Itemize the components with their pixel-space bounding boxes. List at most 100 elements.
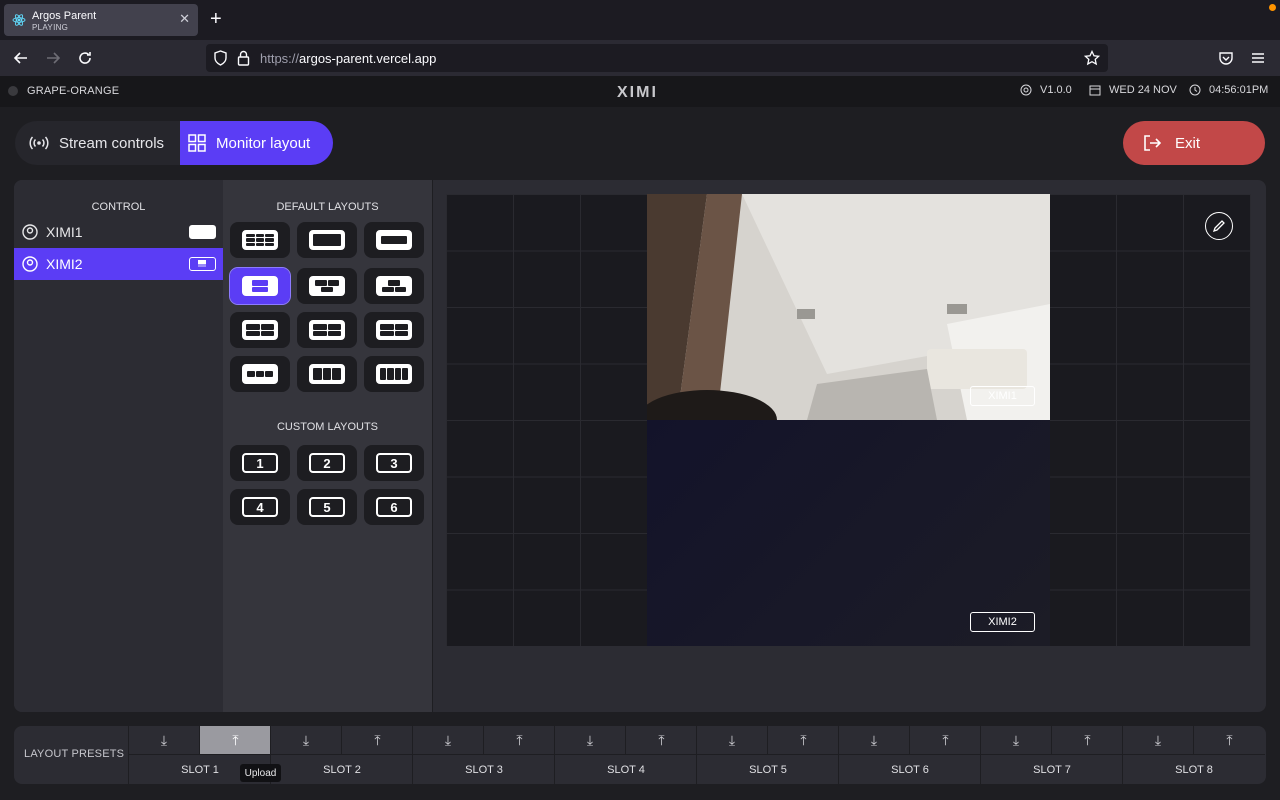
back-icon[interactable] <box>11 48 31 68</box>
upload-icon[interactable]: ⤒ <box>200 726 271 755</box>
download-icon[interactable]: ⤓ <box>129 726 200 755</box>
browser-tab-strip: Argos Parent PLAYING ✕ + <box>0 0 1280 40</box>
slot-label: SLOT 2 <box>323 764 361 776</box>
stream-controls-label: Stream controls <box>59 134 165 152</box>
tab-title: Argos Parent <box>32 10 97 22</box>
slot-label: SLOT 6 <box>891 764 929 776</box>
custom-layout-number: 6 <box>376 497 412 517</box>
custom-layout-number: 3 <box>376 453 412 473</box>
slot-label: SLOT 8 <box>1175 764 1213 776</box>
time-info: 04:56:01PM <box>1189 84 1268 96</box>
ximi-logo: XIMI <box>617 84 658 101</box>
layout-three-top[interactable] <box>297 268 357 304</box>
layout-presets-bar: LAYOUT PRESETS ⤓ ⤒ SLOT 1 ⤓ ⤒ SLOT 2 ⤓ ⤒ SLOT … <box>14 726 1266 784</box>
upload-icon[interactable]: ⤒ <box>342 726 413 755</box>
layout-stacked[interactable] <box>229 267 291 305</box>
download-icon[interactable]: ⤓ <box>981 726 1052 755</box>
control-item-label: XIMI2 <box>46 256 83 272</box>
time-text: 04:56:01PM <box>1209 84 1269 96</box>
camera-feed-ximi1[interactable]: XIMI1 <box>647 194 1050 420</box>
control-header: CONTROL <box>91 201 146 213</box>
layout-single[interactable] <box>297 222 357 258</box>
device-name: GRAPE-ORANGE <box>27 85 120 97</box>
upload-icon[interactable]: ⤒ <box>1194 726 1265 755</box>
camera-feed-ximi2[interactable]: XIMI2 <box>647 420 1050 646</box>
slot-label: SLOT 5 <box>749 764 787 776</box>
url-text[interactable]: https://argos-parent.vercel.app <box>260 51 436 66</box>
custom-layout-6[interactable]: 6 <box>364 489 424 525</box>
upload-icon[interactable]: ⤒ <box>910 726 981 755</box>
download-icon[interactable]: ⤓ <box>271 726 342 755</box>
custom-layout-5[interactable]: 5 <box>297 489 357 525</box>
custom-layouts-header: CUSTOM LAYOUTS <box>276 421 379 433</box>
custom-layout-1[interactable]: 1 <box>230 445 290 481</box>
layout-columns-four-icon <box>376 364 412 384</box>
menu-icon[interactable] <box>1248 48 1268 68</box>
layout-wide-icon <box>376 230 412 250</box>
upload-icon[interactable]: ⤒ <box>626 726 697 755</box>
monitor-layout-tab[interactable]: Monitor layout <box>180 121 333 165</box>
preset-slot-2: ⤓ ⤒ SLOT 2 <box>270 726 413 784</box>
control-item-ximi1[interactable]: XIMI1 <box>14 216 223 248</box>
layout-row-three[interactable] <box>230 356 290 392</box>
layout-wide[interactable] <box>364 222 424 258</box>
layout-columns-four[interactable] <box>364 356 424 392</box>
upload-icon[interactable]: ⤒ <box>768 726 839 755</box>
layout-columns-three[interactable] <box>297 356 357 392</box>
upload-icon[interactable]: ⤒ <box>484 726 555 755</box>
single-layout-icon <box>189 225 216 239</box>
new-tab-icon[interactable]: + <box>210 9 222 29</box>
browser-tab[interactable]: Argos Parent PLAYING ✕ <box>4 4 198 36</box>
layout-quad-alt-icon <box>309 320 345 340</box>
layout-stacked-icon <box>242 276 278 296</box>
exit-button[interactable]: Exit <box>1123 121 1265 165</box>
layout-three-bottom[interactable] <box>364 268 424 304</box>
download-icon[interactable]: ⤓ <box>413 726 484 755</box>
grid-icon <box>188 134 206 152</box>
slot-label: SLOT 3 <box>465 764 503 776</box>
download-icon[interactable]: ⤓ <box>839 726 910 755</box>
panel-divider <box>432 180 433 712</box>
edit-layout-button[interactable] <box>1205 212 1233 240</box>
layout-panel: CONTROL XIMI1 XIMI2 DEFAULT LAYOUTS CUST… <box>14 180 1266 712</box>
feed-tag-ximi2: XIMI2 <box>970 612 1035 632</box>
app-status-bar: GRAPE-ORANGE XIMI V1.0.0 WED 24 NOV 04:5… <box>0 76 1280 107</box>
control-item-ximi2[interactable]: XIMI2 <box>14 248 223 280</box>
stream-controls-tab[interactable]: Stream controls <box>15 121 180 165</box>
pocket-icon[interactable] <box>1216 48 1236 68</box>
reload-icon[interactable] <box>75 48 95 68</box>
layout-quad-wide[interactable] <box>364 312 424 348</box>
connection-status-icon <box>8 86 18 96</box>
version-info: V1.0.0 <box>1020 84 1072 96</box>
layout-three-bottom-icon <box>376 276 412 296</box>
notification-dot-icon <box>1269 4 1276 11</box>
lock-icon[interactable] <box>237 50 250 66</box>
preset-slot-6: ⤓ ⤒ SLOT 6 <box>838 726 981 784</box>
slot-label: SLOT 7 <box>1033 764 1071 776</box>
layout-three-icon <box>309 276 345 296</box>
download-icon[interactable]: ⤓ <box>697 726 768 755</box>
shield-icon[interactable] <box>213 50 228 66</box>
mode-switcher: Stream controls Monitor layout <box>15 121 333 165</box>
layout-grid-icon <box>242 230 278 250</box>
bookmark-star-icon[interactable] <box>1082 48 1102 68</box>
upload-icon[interactable]: ⤒ <box>1052 726 1123 755</box>
layout-presets-label: LAYOUT PRESETS <box>24 748 125 760</box>
custom-layout-3[interactable]: 3 <box>364 445 424 481</box>
control-column: CONTROL XIMI1 XIMI2 <box>14 180 223 712</box>
layout-grid-3x3[interactable] <box>230 222 290 258</box>
version-icon <box>1020 84 1032 96</box>
url-bar[interactable]: https://argos-parent.vercel.app <box>206 44 1108 72</box>
close-tab-icon[interactable]: ✕ <box>179 12 190 26</box>
custom-layout-2[interactable]: 2 <box>297 445 357 481</box>
forward-icon[interactable] <box>43 48 63 68</box>
exit-icon <box>1144 135 1161 151</box>
layout-quad[interactable] <box>230 312 290 348</box>
layout-quad-alt[interactable] <box>297 312 357 348</box>
custom-layout-4[interactable]: 4 <box>230 489 290 525</box>
download-icon[interactable]: ⤓ <box>1123 726 1194 755</box>
feed-tag-ximi1: XIMI1 <box>970 386 1035 406</box>
preset-slot-3: ⤓ ⤒ SLOT 3 <box>412 726 555 784</box>
layout-columns-three-icon <box>309 364 345 384</box>
download-icon[interactable]: ⤓ <box>555 726 626 755</box>
